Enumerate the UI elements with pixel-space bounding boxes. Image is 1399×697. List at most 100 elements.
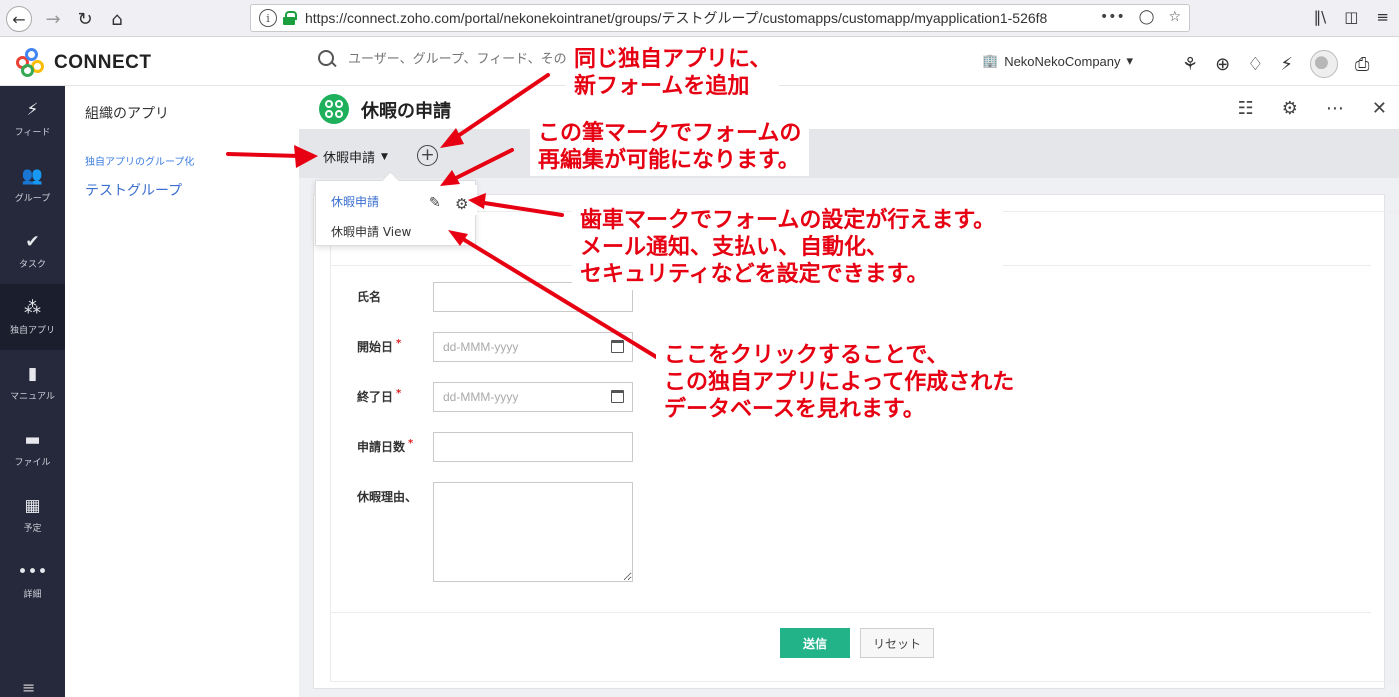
forward-arrow-icon[interactable]: →: [40, 6, 66, 32]
annotation-line: メール通知、支払い、自動化、: [580, 235, 889, 260]
page-actions-icon[interactable]: •••: [1100, 9, 1125, 25]
menu-icon[interactable]: ≡: [1376, 8, 1389, 26]
url-text[interactable]: https://connect.zoho.com/portal/nekoneko…: [305, 8, 1095, 28]
dropdown-item-view[interactable]: 休暇申請 View: [316, 215, 477, 245]
tab-label: 休暇申請: [323, 151, 376, 166]
reset-button[interactable]: リセット: [860, 628, 934, 658]
sidebar-item-label: タスク: [18, 260, 46, 270]
field-label: 開始日 *: [357, 332, 433, 355]
field-days: 申請日数 *: [357, 432, 633, 462]
gear-icon[interactable]: ⚙: [455, 195, 468, 213]
field-reason: 休暇理由、: [357, 482, 633, 582]
collapse-sidebar-icon[interactable]: ≡: [22, 678, 35, 697]
date-placeholder: dd-MMM-yyyy: [443, 340, 519, 354]
sidebar-item-tasks[interactable]: ✔ タスク: [0, 218, 65, 284]
sitemap-icon[interactable]: ☷: [1238, 98, 1254, 119]
dropdown-item-label: 休暇申請: [331, 195, 380, 209]
field-label-text: 終了日: [357, 390, 394, 404]
annotation-line: この筆マークでフォームの: [538, 121, 802, 146]
home-icon[interactable]: ⌂: [104, 6, 130, 32]
people-icon[interactable]: ⚘: [1182, 54, 1198, 75]
calendar-icon[interactable]: [611, 340, 624, 353]
plug-icon[interactable]: ⚡: [1280, 54, 1293, 75]
reload-icon[interactable]: ↻: [72, 6, 98, 32]
sidebar-item-more[interactable]: ••• 詳細: [0, 548, 65, 614]
form-dropdown: 休暇申請 ✎ ⚙ 休暇申請 View: [315, 180, 477, 246]
sidebar-item-custom-apps[interactable]: ⁂ 独自アプリ: [0, 284, 65, 350]
logo-text: CONNECT: [54, 52, 152, 73]
caret-down-icon: ▼: [381, 151, 388, 162]
date-placeholder: dd-MMM-yyyy: [443, 390, 519, 404]
reason-textarea[interactable]: [433, 482, 633, 582]
bookmark-star-icon[interactable]: ☆: [1168, 9, 1181, 25]
start-date-input[interactable]: dd-MMM-yyyy: [433, 332, 633, 362]
connect-logo[interactable]: CONNECT: [16, 48, 151, 78]
field-label-text: 氏名: [357, 290, 382, 304]
field-label-text: 開始日: [357, 340, 394, 354]
annotation-line: データベースを見れます。: [664, 397, 925, 422]
company-switcher[interactable]: 🏢 NekoNekoCompany ▾: [982, 53, 1133, 69]
building-icon: 🏢: [982, 53, 999, 68]
close-icon[interactable]: ✕: [1372, 98, 1387, 119]
address-bar[interactable]: i https://connect.zoho.com/portal/nekone…: [250, 4, 1190, 32]
group-apps-link[interactable]: 独自アプリのグループ化: [85, 153, 194, 168]
sidebar-item-feed[interactable]: ⚡ フィード: [0, 86, 65, 152]
end-date-input[interactable]: dd-MMM-yyyy: [433, 382, 633, 412]
annotation-line: この独自アプリによって作成された: [664, 370, 1015, 395]
annotation-view: ここをクリックすることで、 この独自アプリによって作成された データベースを見れ…: [656, 340, 1023, 425]
dropdown-item-label: 休暇申請 View: [331, 225, 412, 239]
custom-app-icon: [319, 94, 349, 124]
avatar[interactable]: [1310, 50, 1339, 78]
field-label-text: 申請日数: [357, 440, 406, 454]
sidebar-toggle-icon[interactable]: ◫: [1344, 8, 1358, 26]
days-input[interactable]: [433, 432, 633, 462]
check-circle-icon: ✔: [25, 232, 40, 252]
pocket-icon[interactable]: ◯: [1139, 9, 1155, 25]
sidebar-item-manuals[interactable]: ▮ マニュアル: [0, 350, 65, 416]
calendar-icon[interactable]: [611, 390, 624, 403]
sidebar-item-files[interactable]: ▬ ファイル: [0, 416, 65, 482]
more-dots-icon: •••: [17, 562, 48, 582]
field-label-text: 休暇理由、: [357, 490, 418, 504]
annotation-line: 再編集が可能になります。: [538, 148, 800, 173]
info-icon[interactable]: i: [259, 9, 277, 27]
tab-leave-request[interactable]: 休暇申請 ▼: [323, 147, 388, 166]
search-icon[interactable]: [318, 50, 336, 68]
add-icon[interactable]: ⊕: [1215, 54, 1230, 75]
annotation-add-form: 同じ独自アプリに、 新フォームを追加: [566, 44, 780, 102]
library-icon[interactable]: ‖\: [1314, 8, 1327, 26]
search-input[interactable]: [348, 51, 568, 67]
required-mark: *: [396, 388, 402, 399]
add-form-button[interactable]: +: [417, 145, 438, 166]
sidebar-item-label: 予定: [23, 524, 42, 534]
submit-button[interactable]: 送信: [780, 628, 850, 658]
field-label: 休暇理由、: [357, 482, 433, 505]
pencil-icon[interactable]: ✎: [429, 195, 441, 211]
sidebar-item-label: マニュアル: [10, 392, 55, 402]
book-icon: ▮: [27, 364, 38, 384]
form-tabs-bar: 休暇申請 ▼ +: [299, 130, 1399, 178]
divider: [331, 612, 1371, 613]
exit-icon[interactable]: ⎙: [1355, 54, 1369, 75]
group-item-test[interactable]: テストグループ: [85, 180, 182, 200]
sidebar-item-events[interactable]: ▦ 予定: [0, 482, 65, 548]
sidebar-item-label: フィード: [14, 128, 51, 138]
more-options-icon[interactable]: ⋯: [1326, 98, 1344, 119]
back-arrow-icon[interactable]: ←: [6, 6, 32, 32]
annotation-line: 歯車マークでフォームの設定が行えます。: [580, 208, 996, 233]
annotation-line: ここをクリックすることで、: [664, 343, 949, 368]
calendar-icon: ▦: [24, 496, 41, 516]
annotation-pencil: この筆マークでフォームの 再編集が可能になります。: [530, 118, 810, 176]
org-apps-panel: 組織のアプリ 独自アプリのグループ化 テストグループ: [65, 86, 299, 697]
connect-logo-icon: [16, 48, 46, 78]
sidebar-item-groups[interactable]: 👥 グループ: [0, 152, 65, 218]
bell-icon[interactable]: ♢: [1247, 54, 1263, 75]
annotation-line: 同じ独自アプリに、: [574, 47, 772, 72]
sidebar-item-label: ファイル: [14, 458, 51, 468]
panel-title: 組織のアプリ: [85, 106, 169, 122]
dropdown-item-form[interactable]: 休暇申請 ✎ ⚙: [316, 185, 477, 215]
app-title-bar: 休暇の申請 ☷ ⚙ ⋯ ✕: [299, 86, 1399, 130]
browser-toolbar: ← → ↻ ⌂ i https://connect.zoho.com/porta…: [0, 0, 1399, 37]
left-sidebar: ⚡ フィード 👥 グループ ✔ タスク ⁂ 独自アプリ ▮ マニュアル ▬ ファ…: [0, 86, 65, 697]
gear-icon[interactable]: ⚙: [1282, 98, 1298, 119]
